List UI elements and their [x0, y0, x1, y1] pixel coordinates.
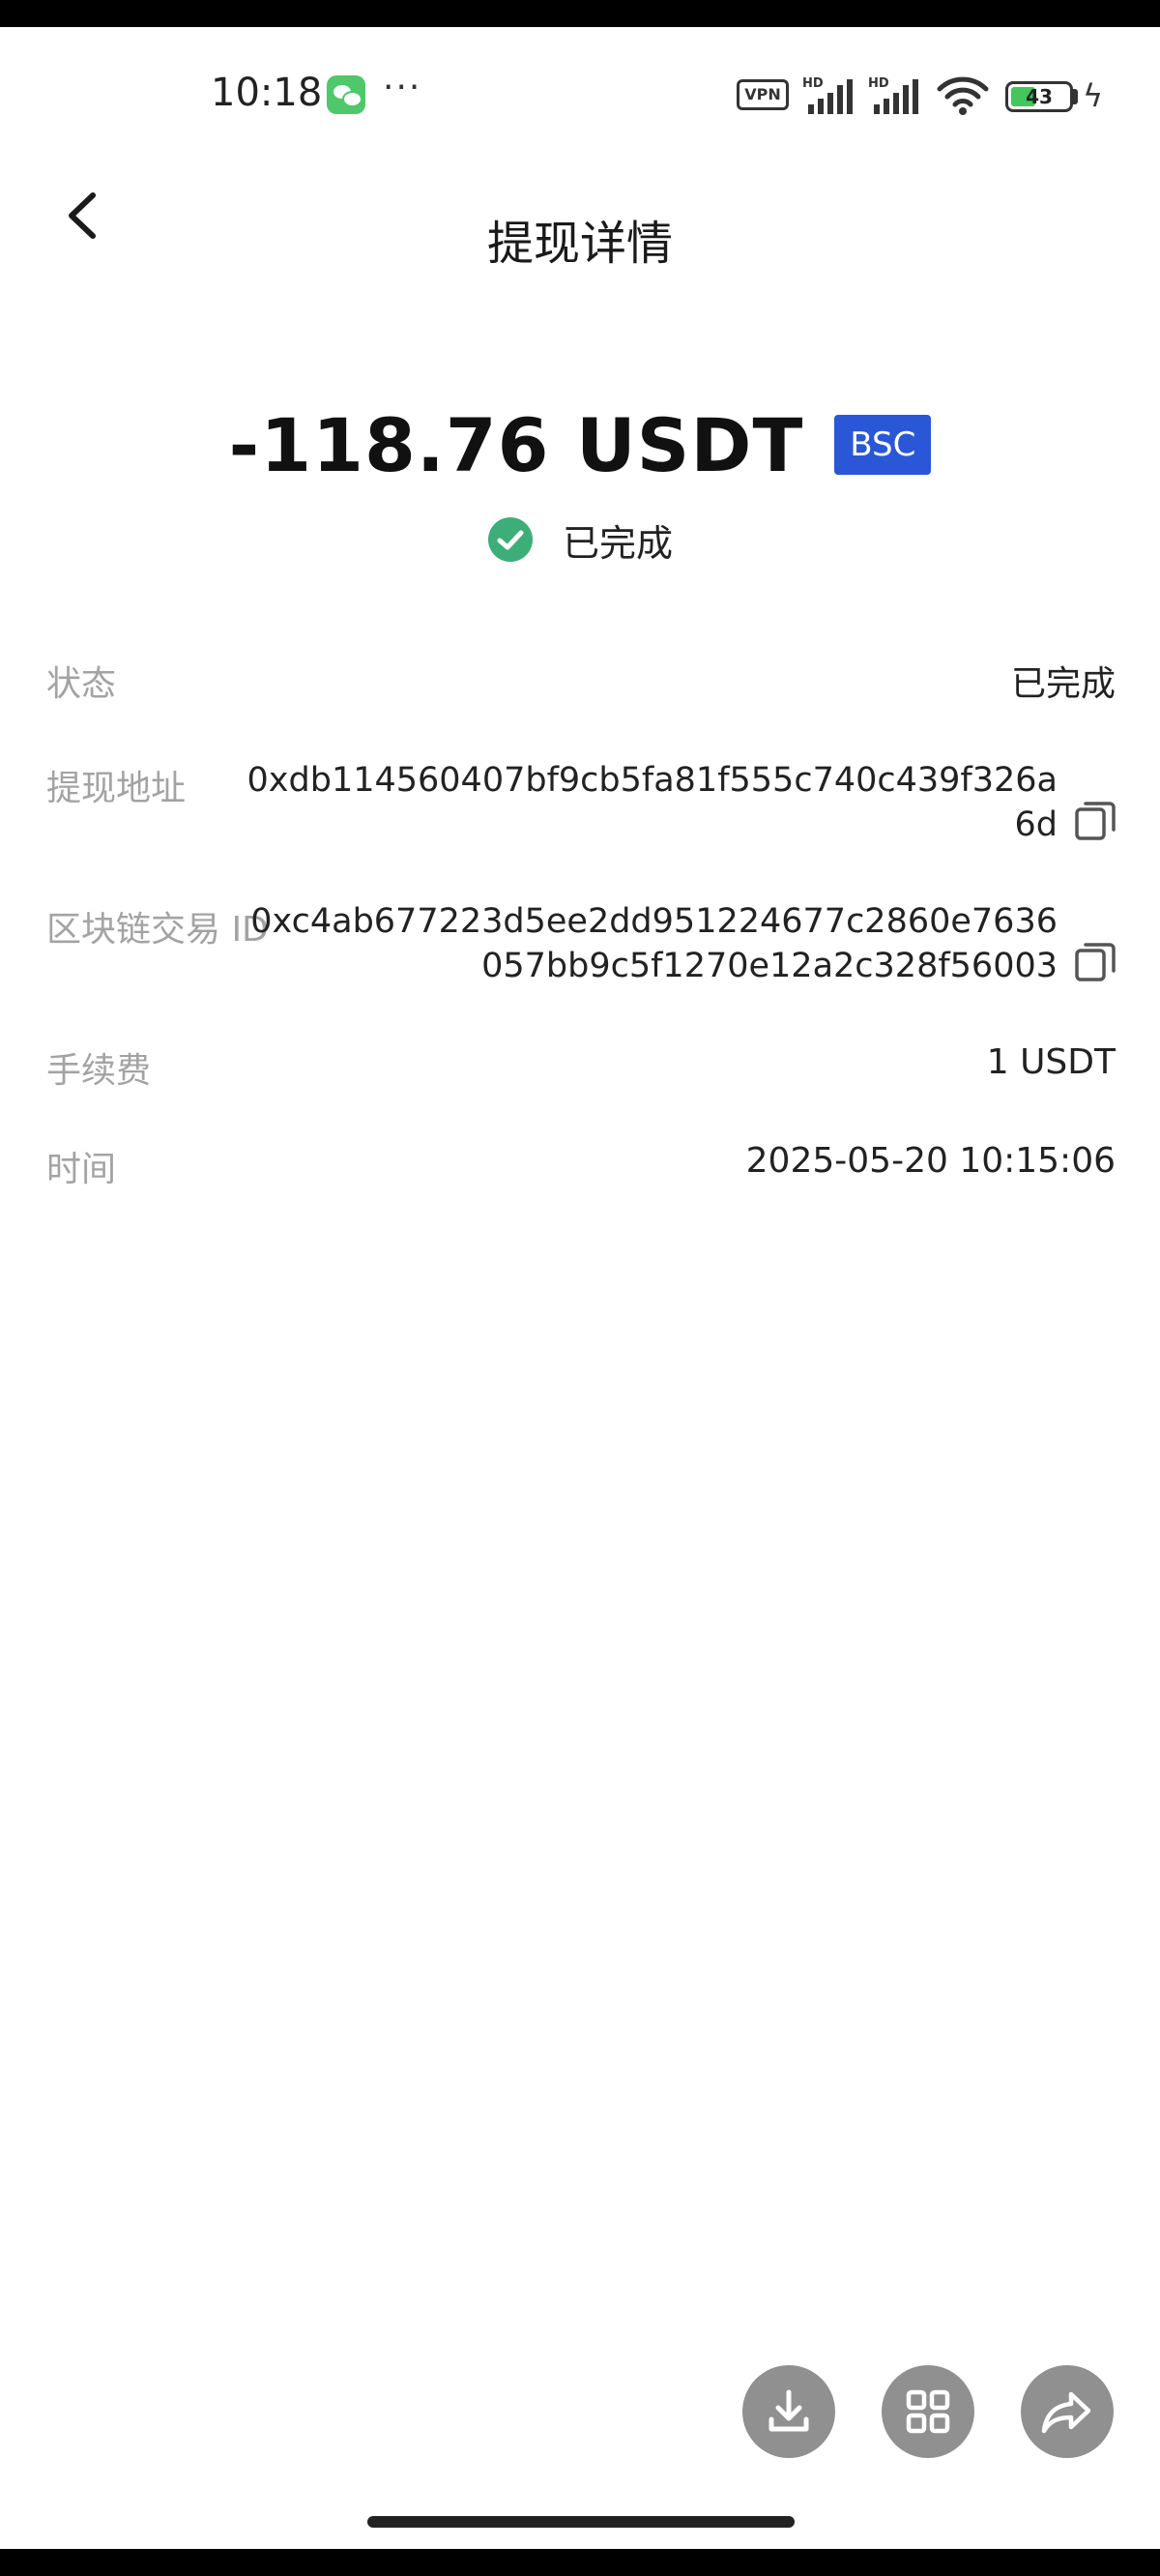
withdrawal-amount: -118.76 USDT — [228, 401, 804, 488]
battery-icon: 43 — [1005, 81, 1073, 112]
signal-icon: HD — [802, 76, 853, 114]
status-time: 10:18 — [211, 71, 323, 115]
hd-label: HD — [802, 76, 824, 91]
status-value: 已完成 — [1010, 664, 1116, 704]
status-text: 已完成 — [562, 521, 673, 565]
battery-level: 43 — [1026, 85, 1053, 108]
time-label: 时间 — [46, 1150, 117, 1189]
grid-button[interactable] — [882, 2365, 974, 2458]
check-circle-icon — [487, 517, 533, 562]
chain-badge: BSC — [834, 415, 932, 475]
wifi-icon — [937, 76, 989, 115]
time-value: 2025-05-20 10:15:06 — [745, 1141, 1116, 1181]
share-icon — [1041, 2391, 1091, 2434]
download-icon — [768, 2389, 809, 2432]
address-label: 提现地址 — [46, 769, 187, 808]
hd-label-2: HD — [868, 76, 889, 91]
status-label: 状态 — [46, 664, 117, 704]
copy-address-icon[interactable] — [1071, 797, 1119, 845]
txid-value: 0xc4ab677223d5ee2dd951224677c2860e763605… — [250, 902, 1058, 985]
amount-row: -118.76 USDT BSC — [0, 396, 1160, 493]
wechat-notification-icon — [327, 75, 365, 114]
page-title: 提现详情 — [486, 217, 673, 271]
grid-icon — [906, 2389, 950, 2434]
address-value: 0xdb114560407bf9cb5fa81f555c740c439f326a… — [246, 761, 1058, 844]
battery-cap — [1073, 89, 1078, 104]
vpn-icon: VPN — [737, 79, 789, 110]
download-button[interactable] — [742, 2365, 835, 2458]
share-button[interactable] — [1021, 2365, 1114, 2458]
more-notifications-icon: ··· — [383, 68, 422, 107]
screen: 10:18 ··· VPN HD HD 43 ϟ 提现详情 -118.76 US… — [0, 27, 1160, 2549]
status-bar: 10:18 ··· VPN HD HD 43 ϟ — [0, 27, 1160, 164]
home-indicator[interactable] — [367, 2516, 795, 2528]
fee-value: 1 USDT — [986, 1042, 1116, 1082]
copy-txid-icon[interactable] — [1071, 938, 1119, 986]
fee-label: 手续费 — [46, 1051, 152, 1091]
status-row: 已完成 — [0, 511, 1160, 569]
charging-bolt-icon: ϟ — [1083, 77, 1104, 114]
signal-icon-2: HD — [868, 76, 918, 114]
